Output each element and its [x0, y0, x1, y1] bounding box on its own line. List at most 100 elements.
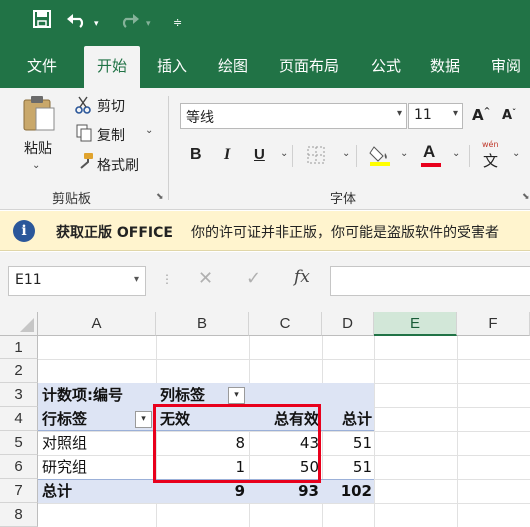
- ribbon-tabs: 文件 开始 插入 绘图 页面布局 公式 数据 审阅: [0, 44, 530, 88]
- row-header-4[interactable]: 4: [0, 407, 38, 431]
- drag-handle-icon[interactable]: ⋮: [161, 272, 173, 286]
- tab-draw[interactable]: 绘图: [211, 44, 255, 88]
- grow-font-icon: A: [472, 106, 484, 124]
- formula-bar: E11 ▾ ⋮ ✕ ✓ fx: [0, 252, 530, 312]
- info-icon: i: [13, 220, 35, 242]
- grow-font-button[interactable]: A^: [472, 106, 490, 124]
- undo-icon[interactable]: [66, 10, 88, 34]
- clipboard-group-label: 剪贴板: [52, 192, 92, 207]
- font-color-button[interactable]: A: [423, 142, 435, 162]
- pivot-row-label[interactable]: 对照组: [42, 431, 87, 455]
- tab-insert[interactable]: 插入: [150, 44, 194, 88]
- font-color-swatch: [421, 163, 441, 167]
- customize-toolbar-icon[interactable]: ≑: [173, 12, 182, 34]
- cut-icon[interactable]: [74, 96, 92, 118]
- column-header-f[interactable]: F: [457, 312, 530, 336]
- column-header-a[interactable]: A: [38, 312, 156, 336]
- font-size-select[interactable]: 11 ▾: [408, 103, 463, 129]
- cut-button[interactable]: 剪切: [97, 96, 125, 116]
- clipboard-launcher-icon[interactable]: ⬊: [156, 192, 164, 202]
- undo-dropdown-icon[interactable]: ▾: [94, 13, 99, 35]
- phonetic-dropdown-icon[interactable]: ⌄: [512, 148, 520, 159]
- divider: [469, 145, 470, 167]
- chevron-down-icon: ▾: [133, 274, 139, 285]
- underline-dropdown-icon[interactable]: ⌄: [280, 148, 288, 159]
- tab-data[interactable]: 数据: [423, 44, 467, 88]
- tab-page-layout[interactable]: 页面布局: [272, 44, 346, 88]
- tab-file[interactable]: 文件: [20, 44, 64, 88]
- name-box-value: E11: [15, 272, 42, 288]
- pivot-grand-total-cell[interactable]: 102: [322, 479, 372, 503]
- pivot-cell[interactable]: 51: [322, 431, 372, 455]
- font-color-dropdown-icon[interactable]: ⌄: [452, 148, 460, 159]
- enter-icon: ✓: [246, 268, 262, 289]
- italic-button[interactable]: I: [224, 146, 230, 164]
- shrink-font-button[interactable]: Aˇ: [502, 108, 516, 123]
- ribbon: 粘贴 ⌄ 剪切 复制 ⌄ 格式刷 剪贴板 ⬊ 等线 ▾ 11 ▾ A^ Aˇ B…: [0, 88, 530, 210]
- license-notice-bar: i 获取正版 OFFICE 你的许可证并非正版，你可能是盗版软件的受害者: [0, 211, 530, 251]
- phonetic-guide-ruby: wén: [482, 140, 499, 149]
- row-header-6[interactable]: 6: [0, 455, 38, 479]
- paste-icon[interactable]: [22, 94, 56, 136]
- group-divider: [168, 96, 169, 200]
- gridline: [457, 336, 458, 527]
- phonetic-guide-button[interactable]: 文: [483, 150, 498, 171]
- tab-review[interactable]: 审阅: [484, 44, 528, 88]
- row-header-3[interactable]: 3: [0, 383, 38, 407]
- row-header-2[interactable]: 2: [0, 359, 38, 383]
- pivot-value-field-label[interactable]: 计数项:编号: [42, 383, 123, 407]
- notice-message: 你的许可证并非正版，你可能是盗版软件的受害者: [191, 225, 499, 241]
- paste-button[interactable]: 粘贴: [24, 138, 52, 158]
- format-painter-button[interactable]: 格式刷: [97, 155, 139, 175]
- tab-formulas[interactable]: 公式: [364, 44, 408, 88]
- column-header-d[interactable]: D: [322, 312, 374, 336]
- save-icon[interactable]: [33, 10, 51, 34]
- copy-dropdown-icon[interactable]: ⌄: [145, 125, 153, 136]
- pivot-grand-total-label[interactable]: 总计: [42, 479, 72, 503]
- column-header-b[interactable]: B: [156, 312, 249, 336]
- gridline: [374, 336, 375, 527]
- select-all-corner[interactable]: [0, 312, 38, 336]
- chevron-down-icon: ▾: [141, 414, 146, 424]
- row-header-1[interactable]: 1: [0, 336, 38, 359]
- chevron-down-icon: ▾: [396, 108, 402, 119]
- paste-dropdown-icon[interactable]: ⌄: [32, 160, 40, 171]
- worksheet-grid: A B C D E F 1 2 3 4 5 6 7 8 计数项:编号 列标签 ▾…: [0, 312, 530, 527]
- pivot-cell[interactable]: 51: [322, 455, 372, 479]
- divider: [356, 145, 357, 167]
- pivot-row-label[interactable]: 研究组: [42, 455, 87, 479]
- tab-home[interactable]: 开始: [84, 46, 140, 88]
- row-header-7[interactable]: 7: [0, 479, 38, 503]
- formula-input[interactable]: [330, 266, 530, 296]
- font-group-label: 字体: [330, 192, 357, 207]
- row-header-8[interactable]: 8: [0, 503, 38, 527]
- fill-color-icon[interactable]: [369, 143, 391, 171]
- shrink-font-icon: A: [502, 108, 513, 123]
- row-header-5[interactable]: 5: [0, 431, 38, 455]
- row-filter-dropdown[interactable]: ▾: [135, 411, 152, 428]
- highlight-box: [153, 404, 321, 483]
- borders-dropdown-icon[interactable]: ⌄: [342, 148, 350, 159]
- borders-icon[interactable]: [307, 146, 325, 168]
- column-filter-dropdown[interactable]: ▾: [228, 387, 245, 404]
- bold-button[interactable]: B: [190, 146, 202, 164]
- pivot-row-labels[interactable]: 行标签: [42, 407, 87, 431]
- cancel-icon: ✕: [198, 268, 214, 289]
- divider: [292, 145, 293, 167]
- underline-button[interactable]: U: [254, 146, 265, 163]
- fill-color-dropdown-icon[interactable]: ⌄: [400, 148, 408, 159]
- name-box[interactable]: E11 ▾: [8, 266, 146, 296]
- column-header-c[interactable]: C: [249, 312, 322, 336]
- format-painter-icon[interactable]: [76, 152, 94, 174]
- insert-function-button[interactable]: fx: [294, 267, 310, 287]
- font-name-select[interactable]: 等线 ▾: [180, 103, 407, 129]
- chevron-down-icon: ▾: [452, 108, 458, 119]
- title-bar: ▾ ▾ ≑: [0, 0, 530, 44]
- notice-title[interactable]: 获取正版 OFFICE: [56, 222, 173, 242]
- column-header-e[interactable]: E: [374, 312, 457, 336]
- font-launcher-icon[interactable]: ⬊: [522, 192, 530, 202]
- copy-button[interactable]: 复制: [97, 125, 125, 145]
- pivot-col-header-total[interactable]: 总计: [322, 407, 372, 431]
- copy-icon[interactable]: [76, 124, 92, 146]
- redo-icon: [118, 10, 140, 34]
